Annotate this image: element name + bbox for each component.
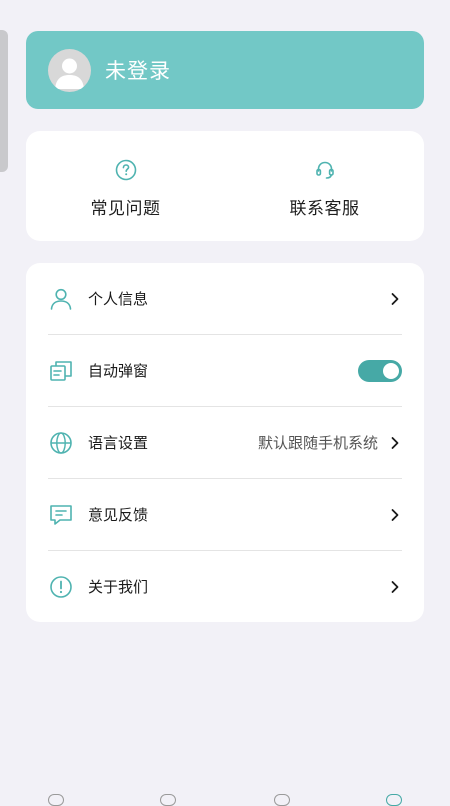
bottom-tab-bar-edge	[0, 794, 450, 806]
tab-icon-edge[interactable]	[160, 794, 176, 806]
menu-item-label: 个人信息	[88, 290, 149, 308]
quick-actions-card: 常见问题 联系客服	[26, 131, 424, 241]
tab-icon-edge[interactable]	[274, 794, 290, 806]
popup-window-icon	[50, 360, 72, 381]
settings-menu-card: 个人信息 自动弹窗 语言设置 默认跟随手机系统 意见反馈 关于我们	[26, 263, 424, 622]
help-circle-icon	[115, 159, 136, 181]
chevron-right-icon	[391, 508, 399, 521]
user-header-card[interactable]: 未登录	[26, 31, 424, 109]
language-value: 默认跟随手机系统	[257, 434, 378, 452]
contact-support-button[interactable]: 联系客服	[225, 131, 424, 241]
chevron-right-icon	[391, 436, 399, 449]
faq-label: 常见问题	[90, 199, 161, 219]
menu-item-language-settings[interactable]: 语言设置 默认跟随手机系统	[48, 407, 402, 479]
chevron-right-icon	[391, 292, 399, 305]
side-drawer-handle[interactable]	[0, 30, 8, 172]
menu-item-feedback[interactable]: 意见反馈	[48, 479, 402, 551]
default-user-avatar-icon	[55, 58, 84, 89]
user-icon	[50, 288, 72, 310]
login-status-label[interactable]: 未登录	[105, 55, 171, 85]
menu-item-about-us[interactable]: 关于我们	[48, 551, 402, 622]
avatar[interactable]	[48, 48, 91, 92]
menu-item-label: 自动弹窗	[88, 362, 149, 380]
menu-item-personal-info[interactable]: 个人信息	[48, 263, 402, 335]
chevron-right-icon	[391, 580, 399, 593]
headset-icon	[315, 161, 334, 179]
auto-popup-toggle[interactable]	[358, 359, 402, 382]
tab-icon-edge[interactable]	[48, 794, 64, 806]
feedback-icon	[50, 504, 72, 525]
faq-button[interactable]: 常见问题	[26, 131, 225, 241]
tab-icon-edge[interactable]	[386, 794, 402, 806]
menu-item-label: 语言设置	[88, 434, 149, 452]
toggle-knob	[383, 362, 399, 379]
info-icon	[50, 575, 72, 598]
globe-icon	[50, 431, 72, 454]
menu-item-label: 意见反馈	[88, 506, 149, 524]
menu-item-label: 关于我们	[88, 578, 149, 596]
contact-support-label: 联系客服	[289, 199, 360, 219]
menu-item-auto-popup: 自动弹窗	[48, 335, 402, 407]
